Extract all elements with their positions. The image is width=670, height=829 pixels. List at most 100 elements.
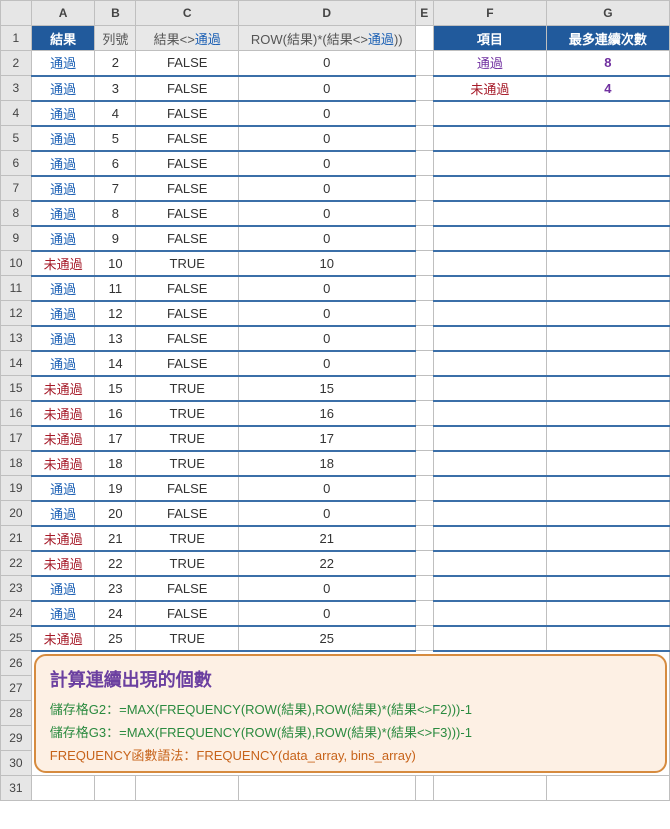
cell-a9[interactable]: 通過 — [31, 226, 95, 251]
cell-b1[interactable]: 列號 — [95, 26, 136, 51]
cell-b13[interactable]: 13 — [95, 326, 136, 351]
cell-d13[interactable]: 0 — [239, 326, 415, 351]
cell-f18[interactable] — [433, 451, 546, 476]
cell-f3[interactable]: 未通過 — [433, 76, 546, 101]
cell-d16[interactable]: 16 — [239, 401, 415, 426]
cell-d2[interactable]: 0 — [239, 51, 415, 76]
cell-f10[interactable] — [433, 251, 546, 276]
cell-a6[interactable]: 通過 — [31, 151, 95, 176]
cell-f15[interactable] — [433, 376, 546, 401]
cell-c16[interactable]: TRUE — [136, 401, 239, 426]
cell-g25[interactable] — [546, 626, 669, 651]
cell-a23[interactable]: 通過 — [31, 576, 95, 601]
cell-c19[interactable]: FALSE — [136, 476, 239, 501]
cell-c5[interactable]: FALSE — [136, 126, 239, 151]
row-header-6[interactable]: 6 — [1, 151, 32, 176]
row-header-24[interactable]: 24 — [1, 601, 32, 626]
cell-d6[interactable]: 0 — [239, 151, 415, 176]
row-header-16[interactable]: 16 — [1, 401, 32, 426]
cell-d3[interactable]: 0 — [239, 76, 415, 101]
row-header-13[interactable]: 13 — [1, 326, 32, 351]
cell-d7[interactable]: 0 — [239, 176, 415, 201]
cell-g7[interactable] — [546, 176, 669, 201]
cell-c8[interactable]: FALSE — [136, 201, 239, 226]
cell-g19[interactable] — [546, 476, 669, 501]
cell-a21[interactable]: 未通過 — [31, 526, 95, 551]
cell-g23[interactable] — [546, 576, 669, 601]
cell-f12[interactable] — [433, 301, 546, 326]
row-header-19[interactable]: 19 — [1, 476, 32, 501]
cell-b2[interactable]: 2 — [95, 51, 136, 76]
cell-e17[interactable] — [415, 426, 433, 451]
cell-g15[interactable] — [546, 376, 669, 401]
cell-d24[interactable]: 0 — [239, 601, 415, 626]
cell-e20[interactable] — [415, 501, 433, 526]
cell-b22[interactable]: 22 — [95, 551, 136, 576]
col-header-c[interactable]: C — [136, 1, 239, 26]
cell-e22[interactable] — [415, 551, 433, 576]
cell-b5[interactable]: 5 — [95, 126, 136, 151]
cell-g8[interactable] — [546, 201, 669, 226]
corner-cell[interactable] — [1, 1, 32, 26]
cell-d1[interactable]: ROW(結果)*(結果<>通過)) — [239, 26, 415, 51]
cell-g4[interactable] — [546, 101, 669, 126]
cell-b7[interactable]: 7 — [95, 176, 136, 201]
col-header-g[interactable]: G — [546, 1, 669, 26]
row-header-1[interactable]: 1 — [1, 26, 32, 51]
cell-c6[interactable]: FALSE — [136, 151, 239, 176]
cell-c9[interactable]: FALSE — [136, 226, 239, 251]
row-header-27[interactable]: 27 — [1, 676, 32, 701]
cell-f20[interactable] — [433, 501, 546, 526]
cell-g18[interactable] — [546, 451, 669, 476]
cell-g1[interactable]: 最多連續次數 — [546, 26, 669, 51]
cell-c2[interactable]: FALSE — [136, 51, 239, 76]
cell-a19[interactable]: 通過 — [31, 476, 95, 501]
cell-e6[interactable] — [415, 151, 433, 176]
cell-b17[interactable]: 17 — [95, 426, 136, 451]
row-header-2[interactable]: 2 — [1, 51, 32, 76]
cell-a31[interactable] — [31, 776, 95, 801]
cell-b20[interactable]: 20 — [95, 501, 136, 526]
cell-a11[interactable]: 通過 — [31, 276, 95, 301]
row-header-10[interactable]: 10 — [1, 251, 32, 276]
cell-e24[interactable] — [415, 601, 433, 626]
cell-e12[interactable] — [415, 301, 433, 326]
cell-e5[interactable] — [415, 126, 433, 151]
cell-d15[interactable]: 15 — [239, 376, 415, 401]
cell-f8[interactable] — [433, 201, 546, 226]
col-header-a[interactable]: A — [31, 1, 95, 26]
cell-f23[interactable] — [433, 576, 546, 601]
cell-b19[interactable]: 19 — [95, 476, 136, 501]
cell-d25[interactable]: 25 — [239, 626, 415, 651]
cell-b10[interactable]: 10 — [95, 251, 136, 276]
col-header-b[interactable]: B — [95, 1, 136, 26]
cell-g16[interactable] — [546, 401, 669, 426]
row-header-30[interactable]: 30 — [1, 751, 32, 776]
cell-c10[interactable]: TRUE — [136, 251, 239, 276]
row-header-29[interactable]: 29 — [1, 726, 32, 751]
cell-d17[interactable]: 17 — [239, 426, 415, 451]
row-header-5[interactable]: 5 — [1, 126, 32, 151]
cell-b25[interactable]: 25 — [95, 626, 136, 651]
cell-c25[interactable]: TRUE — [136, 626, 239, 651]
cell-g9[interactable] — [546, 226, 669, 251]
cell-a22[interactable]: 未通過 — [31, 551, 95, 576]
cell-e7[interactable] — [415, 176, 433, 201]
cell-d20[interactable]: 0 — [239, 501, 415, 526]
cell-b11[interactable]: 11 — [95, 276, 136, 301]
cell-g6[interactable] — [546, 151, 669, 176]
cell-c14[interactable]: FALSE — [136, 351, 239, 376]
row-header-17[interactable]: 17 — [1, 426, 32, 451]
cell-b6[interactable]: 6 — [95, 151, 136, 176]
cell-c20[interactable]: FALSE — [136, 501, 239, 526]
col-header-d[interactable]: D — [239, 1, 415, 26]
cell-f19[interactable] — [433, 476, 546, 501]
cell-f22[interactable] — [433, 551, 546, 576]
cell-e21[interactable] — [415, 526, 433, 551]
row-header-31[interactable]: 31 — [1, 776, 32, 801]
row-header-26[interactable]: 26 — [1, 651, 32, 676]
row-header-23[interactable]: 23 — [1, 576, 32, 601]
cell-e23[interactable] — [415, 576, 433, 601]
cell-a12[interactable]: 通過 — [31, 301, 95, 326]
cell-a18[interactable]: 未通過 — [31, 451, 95, 476]
